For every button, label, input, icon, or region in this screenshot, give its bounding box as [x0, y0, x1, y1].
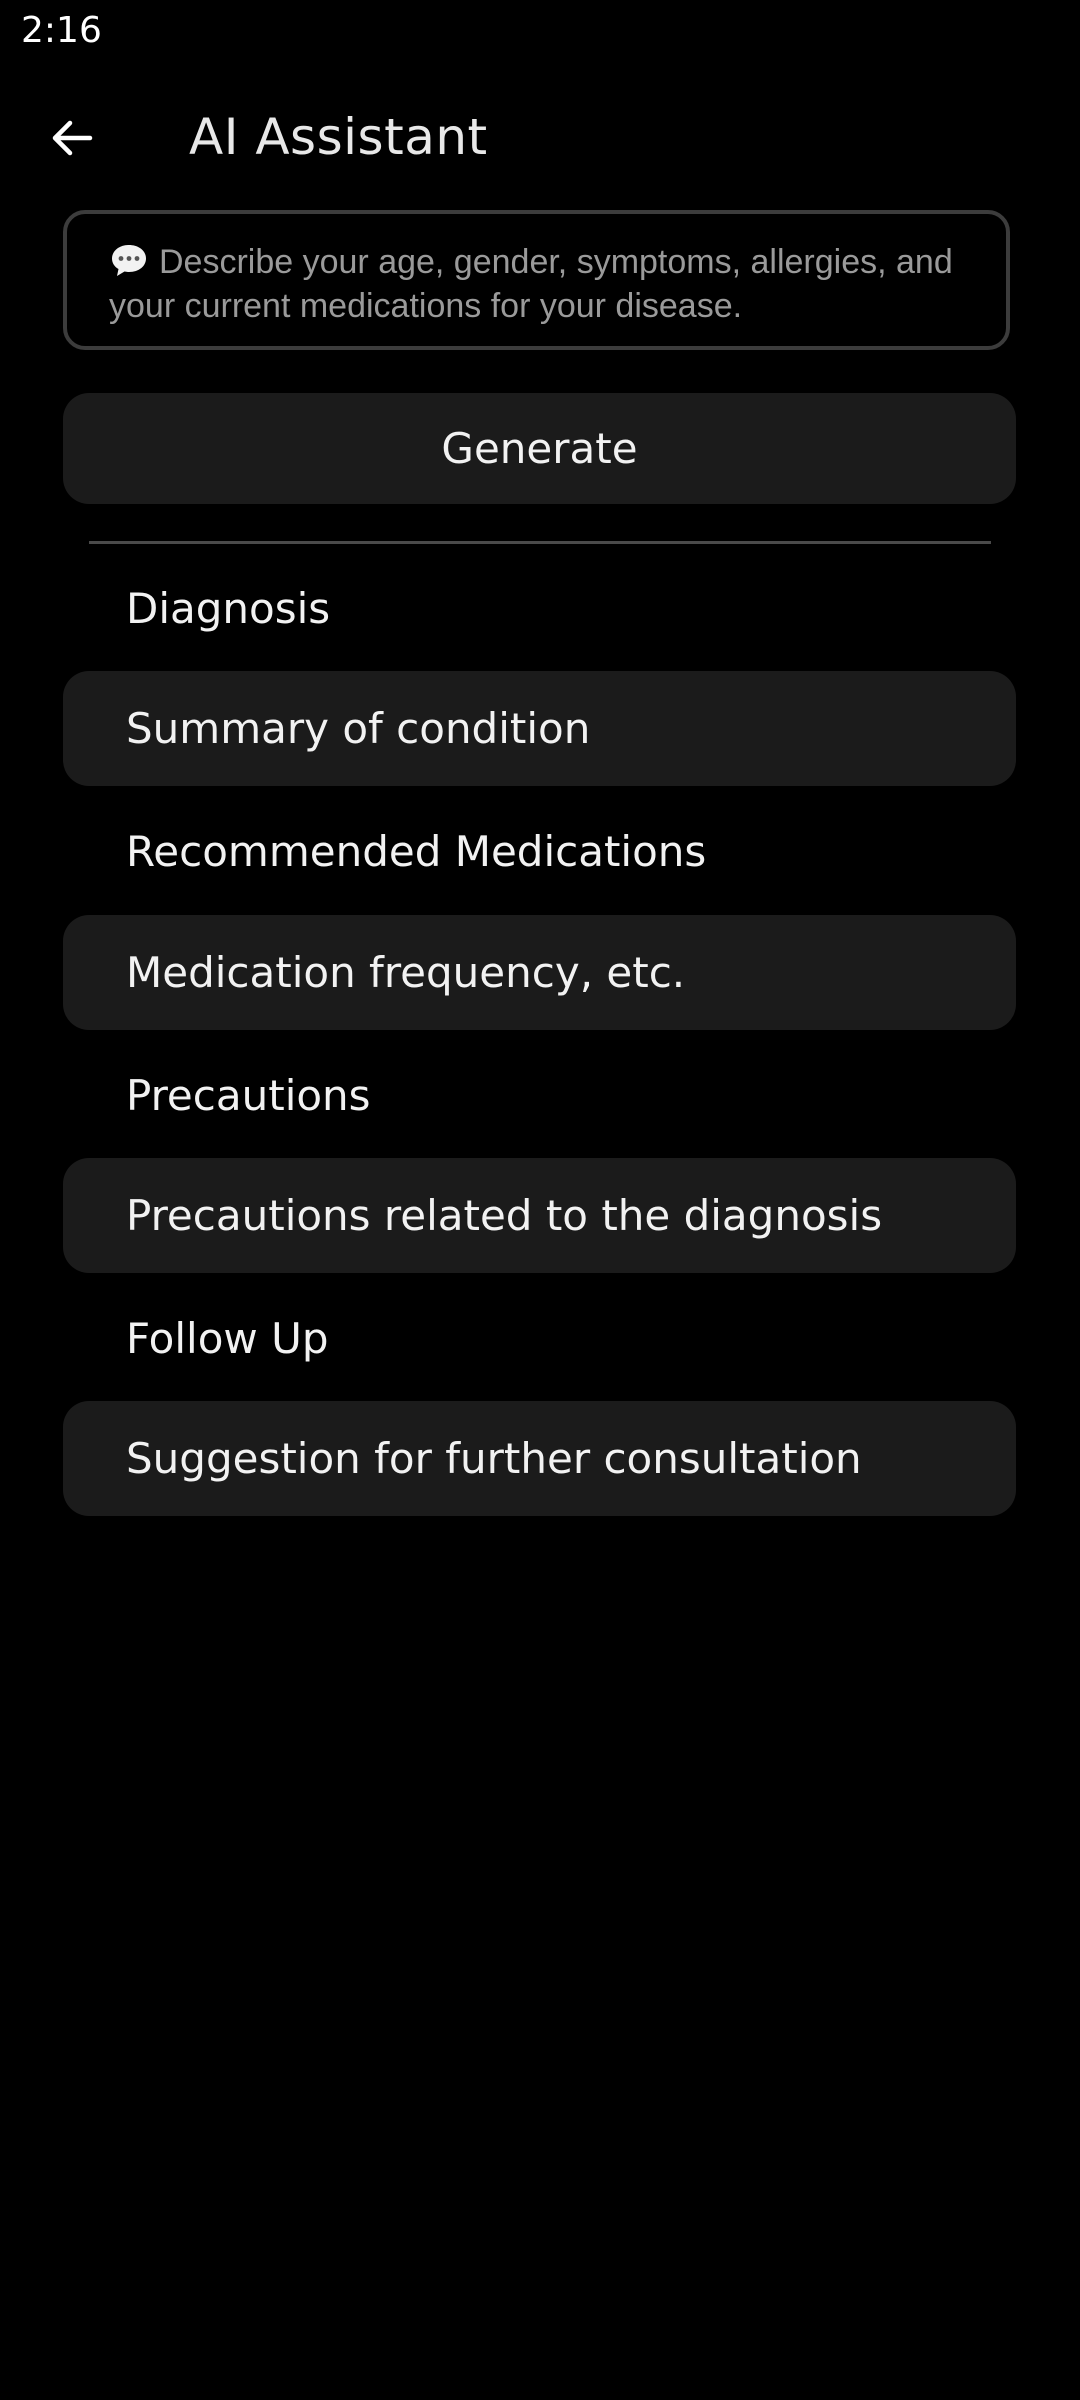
status-bar: 2:16: [0, 0, 1080, 64]
section-card-medications: Medication frequency, etc.: [63, 915, 1016, 1030]
section-card-follow-up: Suggestion for further consultation: [63, 1401, 1016, 1516]
app-bar: AI Assistant: [0, 90, 1080, 186]
page-title: AI Assistant: [189, 108, 488, 166]
section-label-diagnosis: Diagnosis: [126, 584, 331, 633]
symptom-input-box[interactable]: Describe your age, gender, symptoms, all…: [63, 210, 1010, 350]
generate-button[interactable]: Generate: [63, 393, 1016, 504]
back-button[interactable]: [30, 102, 114, 174]
arrow-left-icon: [52, 120, 93, 156]
divider: [89, 541, 991, 544]
section-content-medications: Medication frequency, etc.: [126, 948, 686, 997]
speech-bubble-icon: [112, 245, 146, 276]
section-content-precautions: Precautions related to the diagnosis: [126, 1191, 883, 1240]
section-card-diagnosis: Summary of condition: [63, 671, 1016, 786]
status-time: 2:16: [21, 10, 102, 51]
section-card-precautions: Precautions related to the diagnosis: [63, 1158, 1016, 1273]
section-label-follow-up: Follow Up: [126, 1314, 329, 1363]
section-label-medications: Recommended Medications: [126, 827, 707, 876]
symptom-input[interactable]: Describe your age, gender, symptoms, all…: [109, 240, 979, 328]
symptom-input-placeholder: Describe your age, gender, symptoms, all…: [109, 243, 953, 325]
section-content-follow-up: Suggestion for further consultation: [126, 1434, 862, 1483]
section-label-precautions: Precautions: [126, 1071, 371, 1120]
section-content-diagnosis: Summary of condition: [126, 704, 591, 753]
